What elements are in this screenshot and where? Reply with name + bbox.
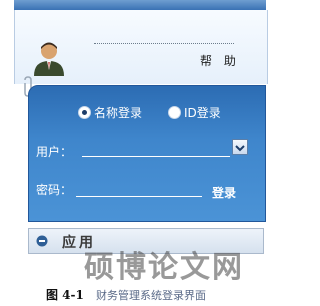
login-button[interactable]: 登录 <box>212 184 246 202</box>
user-label: 用户： <box>36 145 73 159</box>
radio-name-login[interactable]: 名称登录 <box>78 104 142 120</box>
user-dropdown-button[interactable] <box>232 139 248 155</box>
figure-caption: 财务管理系统登录界面 <box>96 289 206 302</box>
user-avatar-icon <box>34 42 64 76</box>
figure-number: 图 4-1 <box>46 288 84 302</box>
divider-dotted <box>94 43 234 44</box>
app-icon <box>36 235 48 247</box>
radio-id-login-label: ID登录 <box>184 105 221 120</box>
radio-unselected-icon <box>168 105 181 119</box>
user-input-underline <box>82 156 230 157</box>
radio-selected-icon <box>78 105 91 119</box>
help-link[interactable]: 帮 助 <box>200 52 244 70</box>
top-banner <box>14 0 266 10</box>
chevron-down-icon <box>235 145 245 152</box>
watermark-text: 硕博论文网 <box>84 250 244 285</box>
radio-id-login[interactable]: ID登录 <box>168 104 221 120</box>
password-label: 密码： <box>36 183 73 197</box>
radio-name-login-label: 名称登录 <box>94 105 143 120</box>
password-input-underline <box>76 196 202 197</box>
